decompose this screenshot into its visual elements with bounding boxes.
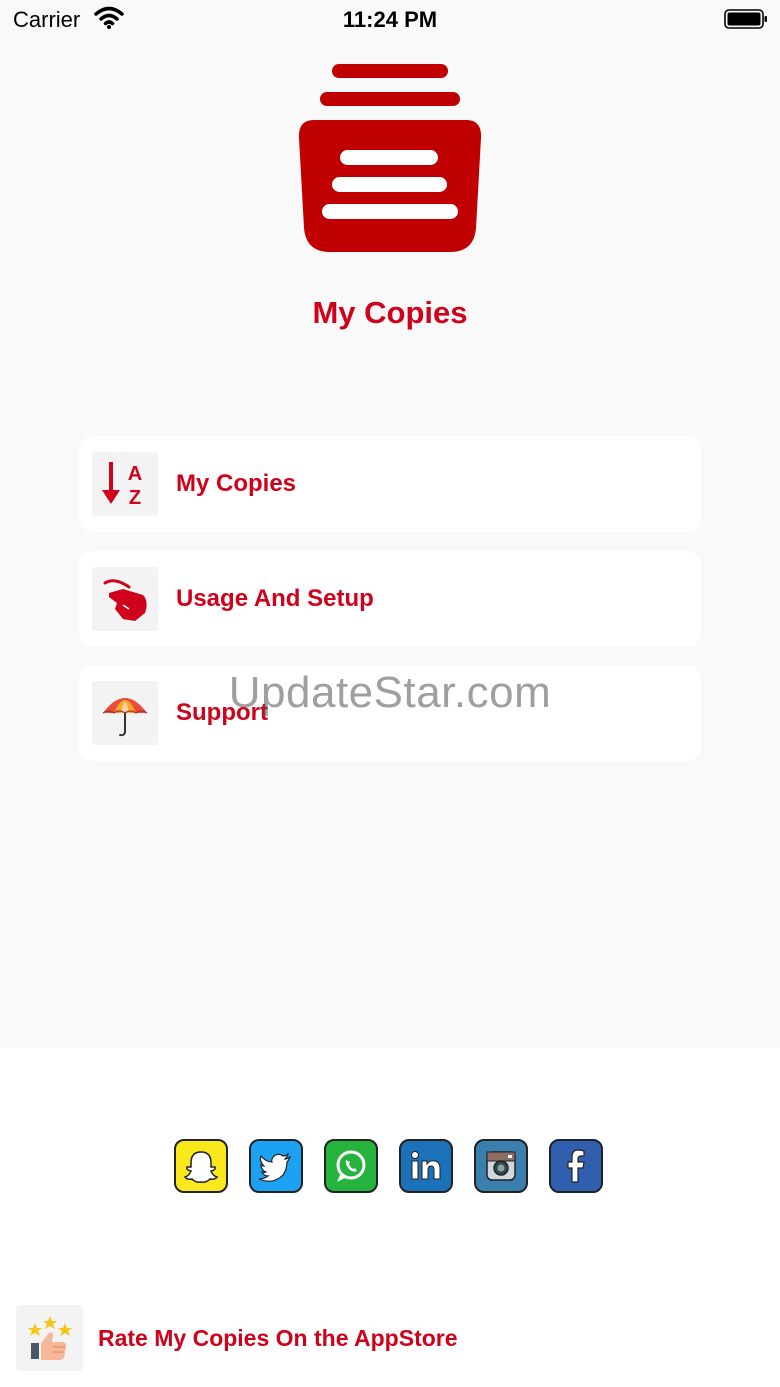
menu-label-usage-and-setup: Usage And Setup	[176, 585, 374, 612]
linkedin-icon[interactable]	[399, 1139, 453, 1193]
instagram-icon[interactable]	[474, 1139, 528, 1193]
watermark: UpdateStar.com	[228, 668, 552, 717]
twitter-icon[interactable]	[249, 1139, 303, 1193]
snapchat-icon[interactable]	[174, 1139, 228, 1193]
rate-stars-thumb-icon	[16, 1305, 83, 1371]
status-time: 11:24 PM	[342, 7, 438, 32]
hand-tap-icon	[92, 567, 158, 631]
battery-icon	[724, 9, 767, 29]
app-title: My Copies	[312, 295, 468, 330]
whatsapp-icon[interactable]	[324, 1139, 378, 1193]
menu-item-usage-and-setup[interactable]: Usage And Setup	[79, 551, 701, 647]
sort-az-icon: A Z	[92, 452, 158, 516]
rate-app-label: Rate My Copies On the AppStore	[98, 1325, 458, 1351]
rate-app-button[interactable]: Rate My Copies On the AppStore	[14, 1305, 774, 1371]
status-bar: Carrier 11:24 PM	[0, 0, 780, 40]
menu-item-my-copies[interactable]: A Z My Copies	[79, 436, 701, 532]
svg-text:Z: Z	[129, 487, 141, 509]
menu-label-my-copies: My Copies	[176, 470, 297, 497]
svg-text:A: A	[128, 463, 142, 485]
facebook-icon[interactable]	[549, 1139, 603, 1193]
app-logo-icon	[298, 64, 482, 252]
